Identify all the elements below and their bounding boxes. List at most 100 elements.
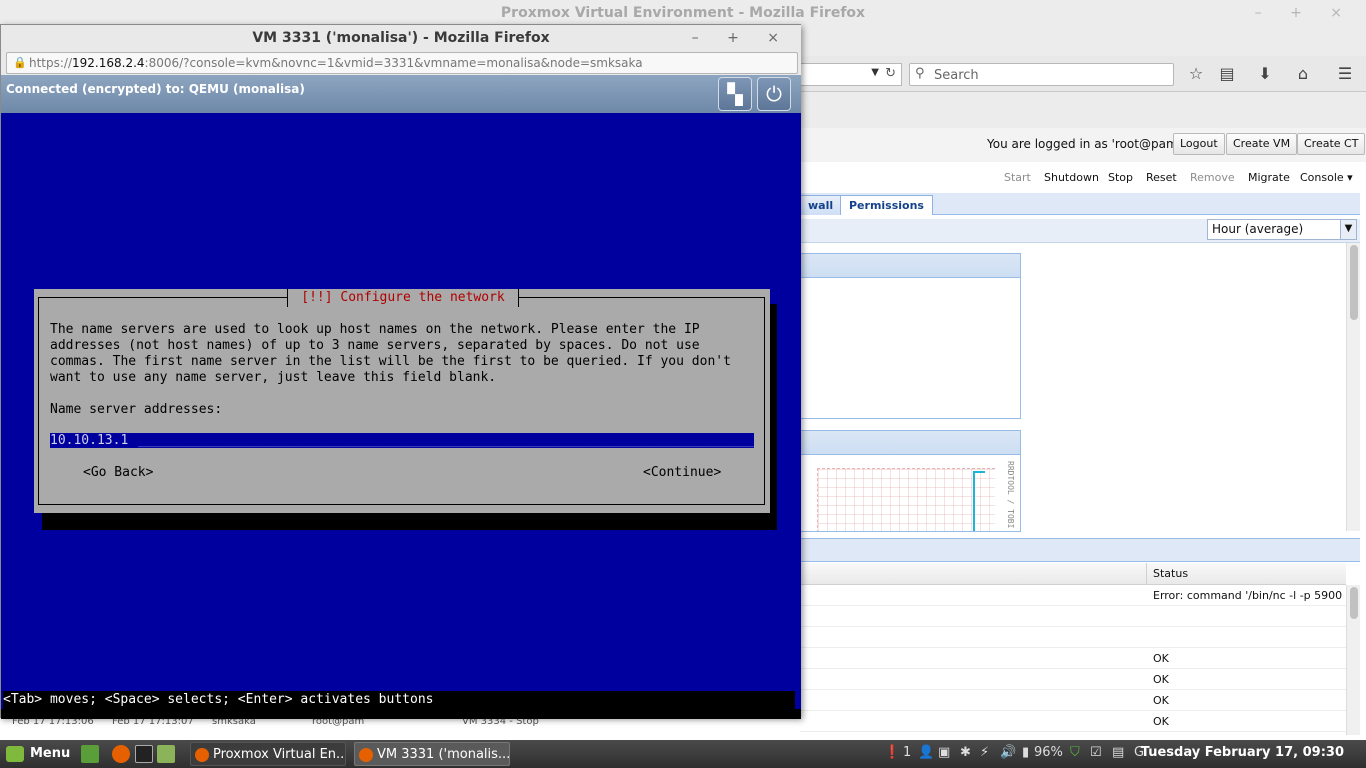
popup-window-title: VM 3331 ('monalisa') - Mozilla Firefox [252,30,550,46]
popup-url-bar: 🔒 https://192.168.2.4:8006/?console=kvm&n… [1,51,801,75]
reset-button[interactable]: Reset [1146,171,1177,184]
screenshot-icon[interactable]: ▣ [938,745,950,760]
stop-button[interactable]: Stop [1108,171,1133,184]
border-line [516,297,764,298]
panel-header [801,431,1020,455]
timeframe-value: Hour (average) [1212,222,1304,236]
panel-header [801,254,1020,278]
start-button[interactable]: Start [1004,171,1031,184]
files-icon[interactable] [157,745,175,763]
background-window-title: Proxmox Virtual Environment - Mozilla Fi… [500,5,866,21]
table-row[interactable]: Error: command '/bin/nc -l -p 5900 -... [800,585,1346,606]
console-button[interactable]: Console ▾ [1300,171,1353,184]
menu-button[interactable]: Menu [6,744,70,764]
download-icon[interactable]: ⬇ [1254,64,1276,84]
status-cell: OK [1153,715,1169,728]
create-ct-button[interactable]: Create CT [1297,133,1366,155]
name-server-label: Name server addresses: [50,402,223,417]
task-label: Proxmox Virtual En... [213,747,346,762]
status-cell: OK [1153,652,1169,665]
bookmark-star-icon[interactable]: ☆ [1185,64,1207,84]
border-line [39,297,288,298]
url-host: 192.168.2.4 [72,56,145,70]
status-cell: OK [1153,673,1169,686]
status-cell: Error: command '/bin/nc -l -p 5900 -... [1153,589,1343,602]
table-row[interactable]: OK [800,648,1346,669]
table-row[interactable]: OK [800,711,1346,732]
search-placeholder: Search [934,68,979,83]
remove-button[interactable]: Remove [1190,171,1235,184]
task-vm-console[interactable]: VM 3331 ('monalis... [354,742,510,766]
dropdown-arrow-icon[interactable]: ▼ [871,67,879,78]
status-column-header[interactable]: Status [1146,563,1346,585]
home-icon[interactable]: ⌂ [1292,64,1314,84]
window-controls[interactable]: – + × [692,25,791,51]
keyboard-hint: <Tab> moves; <Space> selects; <Enter> ac… [3,691,795,709]
continue-button[interactable]: <Continue> [643,465,721,480]
table-row[interactable]: OK [800,690,1346,711]
clock[interactable]: Tuesday February 17, 09:30 [1141,745,1344,760]
task-proxmox[interactable]: Proxmox Virtual En... [190,742,346,766]
task-label: VM 3331 ('monalis... [377,747,510,762]
hamburger-menu-icon[interactable]: ☰ [1334,64,1356,84]
notification-count: 1 [903,745,912,760]
power-icon[interactable]: ⏻ [757,77,791,111]
dialog-title: [!!] Configure the network [287,289,519,307]
tab-firewall[interactable]: wall [800,195,843,215]
console-popup-window: VM 3331 ('monalisa') - Mozilla Firefox –… [0,24,801,719]
popup-titlebar[interactable]: VM 3331 ('monalisa') - Mozilla Firefox –… [1,25,801,51]
shutdown-button[interactable]: Shutdown [1044,171,1099,184]
scrollbar[interactable] [1346,585,1360,735]
table-row[interactable] [800,606,1346,627]
popup-address-field[interactable]: 🔒 https://192.168.2.4:8006/?console=kvm&n… [6,52,798,74]
search-box[interactable]: ⚲ Search [909,63,1174,86]
logged-in-text: You are logged in as 'root@pam' [987,137,1181,151]
terminal-icon[interactable] [135,745,153,763]
battery-icon[interactable]: ▮ [1022,745,1029,760]
update-manager-icon[interactable]: ☑ [1090,745,1102,760]
scrollbar[interactable] [1346,243,1360,531]
background-window-titlebar: Proxmox Virtual Environment - Mozilla Fi… [0,0,1366,26]
user-icon[interactable]: 👤 [918,745,934,760]
bluetooth-icon[interactable]: ✱ [960,745,971,760]
url-scheme: https:// [29,56,73,70]
graph-panel: RRDTOOL / TOBI [800,430,1021,532]
search-icon: ⚲ [915,66,925,81]
scrollbar-thumb[interactable] [1350,245,1358,320]
taskbar: Menu Proxmox Virtual En... VM 3331 ('mon… [0,740,1366,768]
tab-permissions[interactable]: Permissions [840,195,933,215]
dialog-body: The name servers are used to look up hos… [50,322,731,385]
migrate-button[interactable]: Migrate [1248,171,1290,184]
firefox-icon[interactable] [112,745,130,763]
send-keys-icon[interactable]: ▚ [718,77,752,111]
caret-down-icon: ▾ [1347,171,1353,184]
logout-button[interactable]: Logout [1173,133,1225,155]
shield-icon[interactable]: ⛉ [1070,745,1080,760]
reload-icon[interactable]: ↻ [885,66,896,81]
go-back-button[interactable]: <Go Back> [83,465,153,480]
menu-label: Menu [30,746,71,761]
clipboard-icon[interactable]: ▤ [1112,745,1124,760]
volume-icon[interactable]: 🔊 [1000,745,1016,760]
scrollbar-thumb[interactable] [1350,587,1358,619]
table-row[interactable] [800,627,1346,648]
timeframe-select[interactable]: Hour (average) ▼ [1207,219,1357,240]
alert-icon[interactable]: ❗ [884,745,900,760]
reading-list-icon[interactable]: ▤ [1216,64,1238,84]
vm-console-screen[interactable]: [!!] Configure the network The name serv… [1,113,801,719]
create-vm-button[interactable]: Create VM [1226,133,1298,155]
name-server-input[interactable]: 10.10.13.1 _____________________________… [50,433,754,448]
show-desktop-icon[interactable] [81,745,99,763]
mint-logo-icon [6,746,24,762]
rrd-graph [817,468,995,531]
address-bar[interactable]: ▼ ↻ [800,63,902,86]
window-controls[interactable]: – + × [1255,0,1354,26]
network-icon[interactable]: ⚡ [980,745,989,760]
chevron-down-icon[interactable]: ▼ [1340,220,1356,239]
table-row[interactable]: OK [800,669,1346,690]
firefox-icon [359,748,373,762]
console-bottom-bar [1,709,801,719]
name-server-value: 10.10.13.1 [50,433,137,448]
battery-percent: 96% [1034,745,1063,760]
status-panel [800,253,1021,419]
